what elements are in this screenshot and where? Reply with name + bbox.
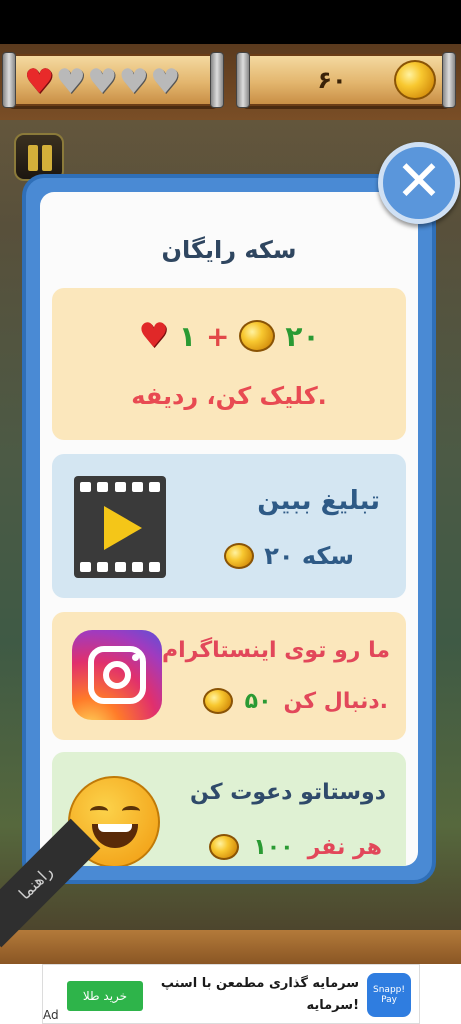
coin-icon (209, 834, 240, 860)
watch-ad-reward: ۲۰ سکه (264, 542, 354, 570)
instagram-title: ما رو توی اینستاگرام (162, 638, 390, 663)
invite-card[interactable]: دوستاتو دعوت کن ۱۰۰ هر نفر (52, 752, 406, 866)
lives-hearts: ♥ ♥ ♥ ♥ ♥ (24, 62, 181, 102)
instagram-reward: ۵۰ (244, 688, 272, 714)
coin-icon (239, 320, 276, 352)
coins-panel: ۶۰ (236, 52, 456, 108)
coin-icon (394, 60, 436, 100)
dialog-body: سکه رایگان ♥ ۱ + ۲۰ کلیک کن، ردیفه. تبلی… (40, 192, 418, 866)
ad-frame[interactable]: خرید طلا سرمایه گذاری مطمعن با اسنپ سرما… (42, 964, 420, 1024)
invite-subtitle: هر نفر (307, 834, 382, 860)
plank-cap (442, 52, 456, 108)
close-icon: ✕ (395, 149, 443, 214)
instagram-reward-row: ۵۰ دنبال کن. (202, 688, 389, 714)
watch-ad-card[interactable]: تبلیغ ببین ۲۰ سکه (52, 454, 406, 598)
lives-panel: ♥ ♥ ♥ ♥ ♥ (2, 52, 224, 108)
invite-reward-row: ۱۰۰ هر نفر (209, 834, 382, 860)
film-play-icon (74, 476, 166, 578)
coin-icon (202, 688, 233, 714)
retry-card[interactable]: ♥ ۱ + ۲۰ کلیک کن، ردیفه. (52, 288, 406, 440)
instagram-card[interactable]: ما رو توی اینستاگرام ۵۰ دنبال کن. (52, 612, 406, 740)
invite-title: دوستاتو دعوت کن (189, 780, 386, 805)
plank-cap (210, 52, 224, 108)
ad-logo[interactable]: Snapp! Pay (367, 973, 411, 1017)
pause-icon (42, 145, 52, 171)
retry-text: کلیک کن، ردیفه. (131, 382, 327, 410)
watch-ad-title: تبلیغ ببین (257, 486, 380, 516)
heart-empty-icon: ♥ (55, 62, 86, 102)
dialog-title: سکه رایگان (161, 236, 297, 264)
close-button[interactable]: ✕ (378, 142, 460, 224)
heart-empty-icon: ♥ (86, 62, 118, 102)
instagram-subtitle: دنبال کن. (283, 688, 389, 714)
instagram-icon (72, 630, 162, 720)
heart-empty-icon: ♥ (118, 62, 149, 102)
free-coins-dialog: سکه رایگان ♥ ۱ + ۲۰ کلیک کن، ردیفه. تبلی… (22, 174, 436, 884)
plank-cap (2, 52, 16, 108)
coin-reward: ۲۰ (285, 319, 320, 353)
watch-ad-reward-row: ۲۰ سکه (224, 542, 354, 570)
ad-text[interactable]: سرمایه گذاری مطمعن با اسنپ سرمایه! (129, 973, 359, 1017)
heart-reward: ۱ (178, 319, 196, 353)
coin-icon (224, 543, 255, 569)
ad-label: Ad (43, 1008, 59, 1022)
bottom-plank (0, 930, 461, 964)
invite-reward: ۱۰۰ (253, 834, 294, 860)
heart-empty-icon: ♥ (149, 62, 181, 102)
plank-cap (236, 52, 250, 108)
pause-icon (28, 145, 38, 171)
coin-count: ۶۰ (317, 66, 347, 94)
plus-sign: + (205, 319, 230, 353)
ad-banner[interactable]: خرید طلا سرمایه گذاری مطمعن با اسنپ سرما… (0, 964, 461, 1024)
heart-full-icon: ♥ (24, 62, 55, 102)
status-bar (0, 0, 461, 44)
heart-icon: ♥ (138, 316, 169, 356)
retry-reward: ♥ ۱ + ۲۰ (52, 316, 406, 356)
